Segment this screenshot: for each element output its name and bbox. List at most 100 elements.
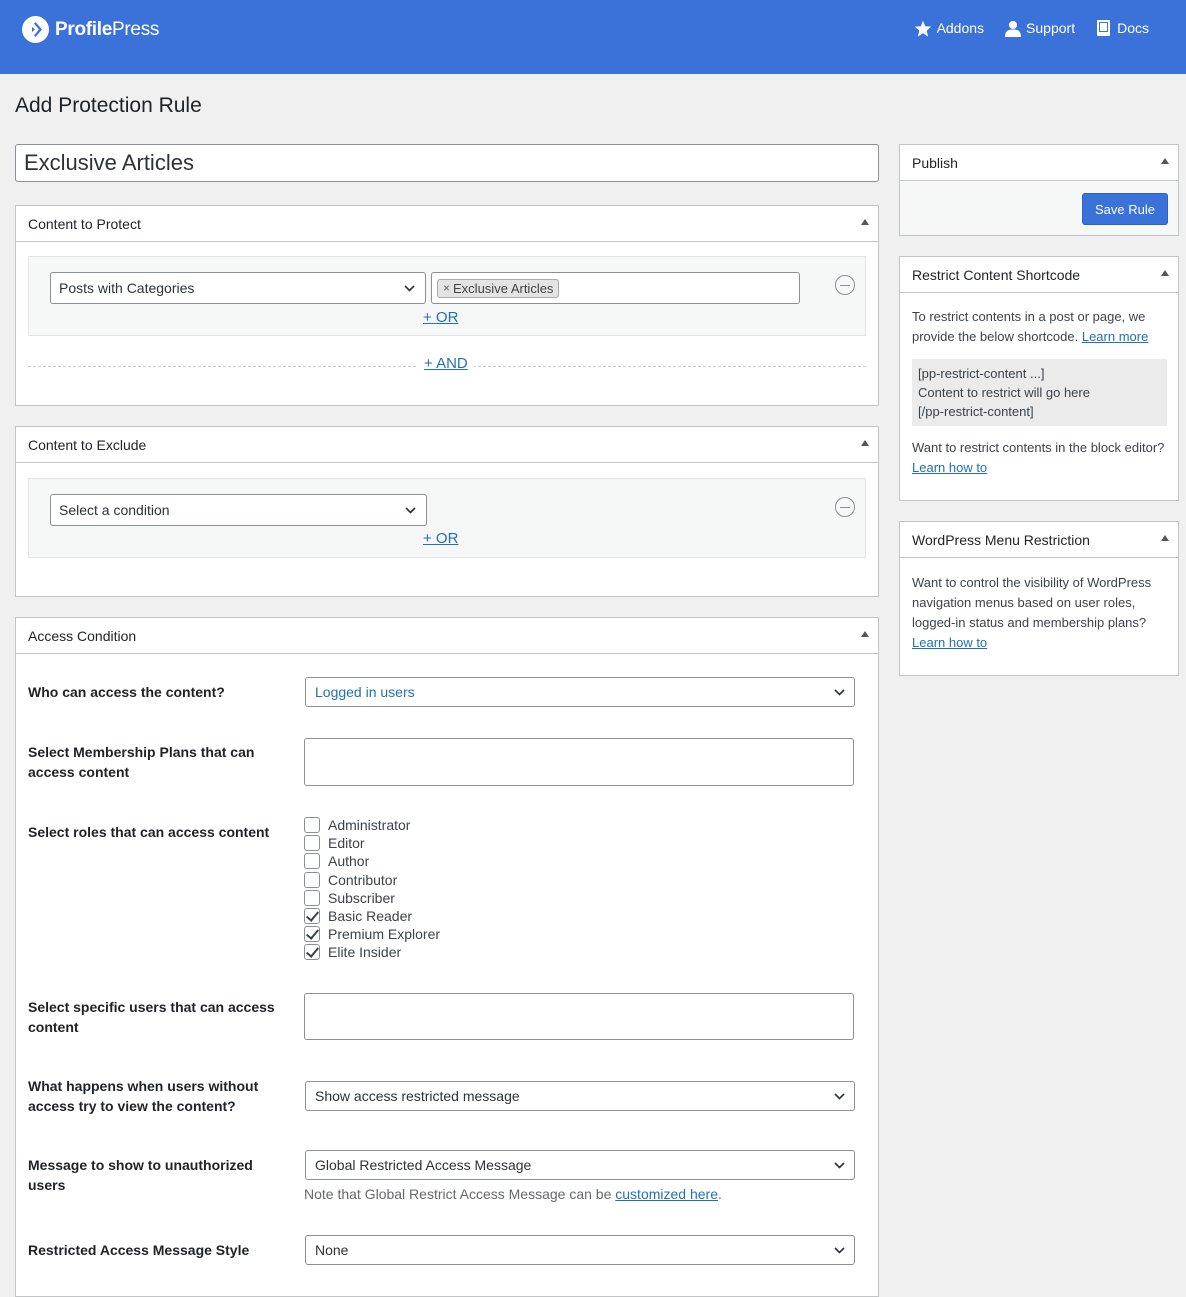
nav-addons-label: Addons <box>936 20 985 36</box>
content-to-exclude-heading: Content to Exclude <box>28 436 147 453</box>
role-checkbox[interactable] <box>304 835 320 852</box>
protect-condition-group: Posts with Categories × Exclusive Articl… <box>28 256 866 336</box>
logo-icon <box>22 16 49 43</box>
role-option-elite-insider[interactable]: Elite Insider <box>304 943 440 961</box>
save-rule-button[interactable]: Save Rule <box>1082 193 1168 225</box>
role-option-author[interactable]: Author <box>304 852 440 870</box>
roles-label: Select roles that can access content <box>28 824 270 840</box>
code-line: Content to restrict will go here <box>918 385 1090 400</box>
remove-condition-icon[interactable] <box>835 497 855 517</box>
learn-more-link[interactable]: Learn more <box>1082 329 1148 344</box>
add-or-button[interactable]: + OR <box>423 530 458 547</box>
role-label: Editor <box>328 835 365 852</box>
role-checkbox-checked[interactable] <box>304 944 320 961</box>
add-or-button[interactable]: + OR <box>423 309 458 326</box>
role-label: Subscriber <box>328 889 395 906</box>
brand-name-bold: Profile <box>55 18 113 40</box>
message-style-select[interactable]: None <box>305 1235 855 1265</box>
content-to-protect-header: Content to Protect <box>16 206 878 242</box>
collapse-toggle-icon[interactable] <box>861 440 869 446</box>
role-option-editor[interactable]: Editor <box>304 834 440 852</box>
add-and-button[interactable]: + AND <box>418 355 474 372</box>
category-tag: × Exclusive Articles <box>437 278 560 298</box>
role-checkbox[interactable] <box>304 871 320 888</box>
message-style-value: None <box>315 1242 349 1258</box>
shortcode-intro: To restrict contents in a post or page, … <box>912 307 1167 347</box>
collapse-toggle-icon[interactable] <box>1161 270 1169 276</box>
role-checkbox-checked[interactable] <box>304 908 320 925</box>
menu-restriction-body: Want to control the visibility of WordPr… <box>912 573 1167 653</box>
shortcode-header: Restrict Content Shortcode <box>900 257 1178 293</box>
message-style-label: Restricted Access Message Style <box>28 1242 250 1258</box>
rule-title-input[interactable] <box>15 144 879 182</box>
nav-support-label: Support <box>1026 20 1076 36</box>
role-checkbox[interactable] <box>304 853 320 870</box>
membership-plans-input[interactable] <box>304 738 854 786</box>
nav-support[interactable]: Support <box>1005 19 1075 37</box>
exclude-condition-select[interactable]: Select a condition <box>50 494 427 526</box>
role-option-basic-reader[interactable]: Basic Reader <box>304 907 440 925</box>
role-option-premium-explorer[interactable]: Premium Explorer <box>304 925 440 943</box>
no-access-behavior-select[interactable]: Show access restricted message <box>305 1081 855 1111</box>
role-option-subscriber[interactable]: Subscriber <box>304 889 440 907</box>
chevron-down-icon <box>834 1162 845 1169</box>
content-to-exclude-header: Content to Exclude <box>16 427 878 463</box>
page-title: Add Protection Rule <box>15 94 202 117</box>
content-to-exclude-box: Content to Exclude Select a condition + … <box>15 426 879 597</box>
block-editor-note: Want to restrict contents in the block e… <box>912 438 1167 478</box>
learn-how-link[interactable]: Learn how to <box>912 460 987 475</box>
remove-tag-icon[interactable]: × <box>443 281 450 295</box>
chevron-down-icon <box>834 1093 845 1100</box>
shortcode-code: [pp-restrict-content ...] Content to res… <box>912 359 1167 426</box>
category-tag-input[interactable]: × Exclusive Articles <box>431 272 800 304</box>
collapse-toggle-icon[interactable] <box>1161 158 1169 164</box>
role-option-administrator[interactable]: Administrator <box>304 816 440 834</box>
membership-plans-label: Select Membership Plans that can access … <box>28 744 255 780</box>
exclude-condition-group: Select a condition + OR <box>28 478 866 558</box>
role-label: Contributor <box>328 871 398 888</box>
shortcode-heading: Restrict Content Shortcode <box>912 266 1081 283</box>
code-line: [/pp-restrict-content] <box>918 404 1034 419</box>
chevron-down-icon <box>405 507 416 514</box>
star-icon <box>914 20 931 37</box>
nav-addons[interactable]: Addons <box>914 19 984 37</box>
role-option-contributor[interactable]: Contributor <box>304 871 440 889</box>
collapse-toggle-icon[interactable] <box>861 631 869 637</box>
book-icon <box>1097 20 1111 36</box>
remove-condition-icon[interactable] <box>835 275 855 295</box>
collapse-toggle-icon[interactable] <box>1161 535 1169 541</box>
role-checkbox-checked[interactable] <box>304 926 320 943</box>
role-checkbox[interactable] <box>304 889 320 906</box>
role-label: Administrator <box>328 817 411 834</box>
role-checkbox[interactable] <box>304 817 320 834</box>
menu-restriction-text: Want to control the visibility of WordPr… <box>912 575 1152 630</box>
specific-users-input[interactable] <box>304 993 854 1040</box>
access-condition-box: Access Condition Who can access the cont… <box>15 617 879 1297</box>
menu-restriction-box: WordPress Menu Restriction Want to contr… <box>899 521 1179 676</box>
profilepress-logo[interactable]: ProfilePress <box>22 16 159 43</box>
category-tag-label: Exclusive Articles <box>453 280 554 296</box>
user-icon <box>1005 20 1022 37</box>
menu-learn-row: Learn how to <box>912 633 1167 653</box>
publish-box: Publish Save Rule <box>899 144 1179 236</box>
roles-checklist: Administrator Editor Author Contributor … <box>304 816 440 962</box>
exclude-condition-value: Select a condition <box>59 502 170 518</box>
nav-docs[interactable]: Docs <box>1096 19 1149 37</box>
unauthorized-message-select[interactable]: Global Restricted Access Message <box>305 1150 855 1180</box>
unauthorized-message-label: Message to show to unauthorized users <box>28 1157 253 1193</box>
access-condition-header: Access Condition <box>16 618 878 654</box>
who-can-access-select[interactable]: Logged in users <box>305 677 855 707</box>
content-to-protect-heading: Content to Protect <box>28 215 141 232</box>
role-label: Premium Explorer <box>328 926 441 943</box>
customized-here-link[interactable]: customized here <box>615 1186 718 1202</box>
learn-how-link[interactable]: Learn how to <box>912 635 987 650</box>
role-label: Basic Reader <box>328 908 413 925</box>
code-line: [pp-restrict-content ...] <box>918 366 1045 381</box>
block-editor-text: Want to restrict contents in the block e… <box>912 440 1165 455</box>
brand-name: ProfilePress <box>55 19 159 41</box>
top-bar: ProfilePress Addons Support Docs <box>0 0 1186 74</box>
chevron-down-icon <box>834 1247 845 1254</box>
protect-condition-select[interactable]: Posts with Categories <box>50 272 426 304</box>
collapse-toggle-icon[interactable] <box>861 219 869 225</box>
note-text: Note that Global Restrict Access Message… <box>304 1186 616 1202</box>
